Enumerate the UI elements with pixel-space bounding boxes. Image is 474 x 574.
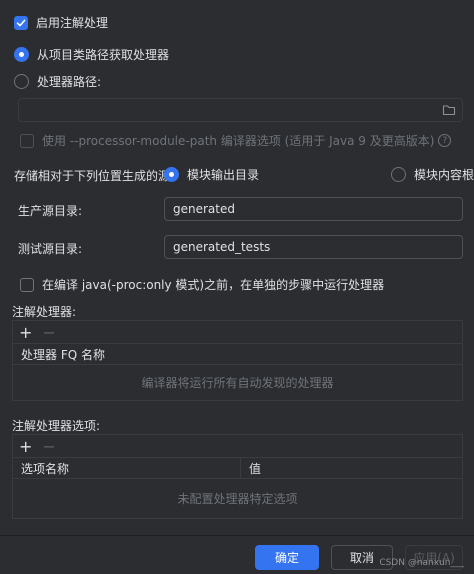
add-processor-button[interactable]: + bbox=[19, 323, 32, 342]
processor-options-header: 选项名称 值 bbox=[13, 457, 462, 479]
annotation-processors-header: 处理器 FQ 名称 bbox=[13, 343, 462, 365]
dialog-footer: 确定 取消 应用(A) CSDN @nanxun___ bbox=[0, 535, 474, 574]
enable-processing-label: 启用注解处理 bbox=[36, 16, 109, 30]
from-classpath-row[interactable]: 从项目类路径获取处理器 bbox=[14, 46, 169, 63]
processor-options-panel: + − 选项名称 值 未配置处理器特定选项 bbox=[12, 434, 463, 519]
enable-processing-row[interactable]: 启用注解处理 bbox=[14, 14, 108, 31]
processor-options-title-row: 注解处理器选项: bbox=[12, 417, 100, 434]
module-content-root-radio[interactable] bbox=[391, 167, 406, 182]
remove-option-button[interactable]: − bbox=[42, 437, 55, 456]
column-processor-fq-name[interactable]: 处理器 FQ 名称 bbox=[13, 344, 462, 364]
production-dir-input[interactable]: generated bbox=[164, 197, 463, 221]
processor-options-empty-text: 未配置处理器特定选项 bbox=[177, 492, 298, 506]
separate-step-checkbox[interactable] bbox=[20, 277, 34, 292]
module-content-root-label: 模块内容根 bbox=[414, 168, 474, 182]
module-output-radio[interactable] bbox=[164, 167, 179, 182]
separate-step-row[interactable]: 在编译 java(-proc:only 模式)之前，在单独的步骤中运行处理器 bbox=[20, 276, 384, 293]
watermark: CSDN @nanxun___ bbox=[379, 558, 464, 568]
from-classpath-label: 从项目类路径获取处理器 bbox=[37, 48, 170, 62]
processor-options-toolbar: + − bbox=[13, 435, 462, 457]
test-dir-label: 测试源目录: bbox=[18, 242, 83, 256]
ok-button[interactable]: 确定 bbox=[255, 545, 319, 570]
processor-path-field[interactable] bbox=[18, 98, 463, 122]
folder-icon[interactable] bbox=[442, 103, 456, 120]
processor-path-label: 处理器路径: bbox=[37, 75, 102, 89]
production-dir-label: 生产源目录: bbox=[18, 204, 83, 218]
enable-processing-checkbox[interactable] bbox=[14, 15, 28, 30]
column-option-value[interactable]: 值 bbox=[241, 458, 462, 478]
storage-row: 存储相对于下列位置生成的源: bbox=[14, 167, 174, 184]
add-option-button[interactable]: + bbox=[19, 437, 32, 456]
annotation-processors-title-row: 注解处理器: bbox=[12, 303, 76, 320]
from-classpath-radio[interactable] bbox=[14, 47, 29, 62]
processor-path-radio[interactable] bbox=[14, 74, 29, 89]
annotation-processors-title: 注解处理器: bbox=[12, 305, 77, 319]
module-content-root-row[interactable]: 模块内容根 bbox=[391, 166, 474, 183]
remove-processor-button[interactable]: − bbox=[42, 323, 55, 342]
test-dir-input[interactable]: generated_tests bbox=[164, 235, 463, 259]
annotation-processors-toolbar: + − bbox=[13, 321, 462, 343]
column-option-name[interactable]: 选项名称 bbox=[13, 458, 241, 478]
processor-path-row[interactable]: 处理器路径: bbox=[14, 73, 101, 90]
annotation-processors-empty-text: 编译器将运行所有自动发现的处理器 bbox=[141, 376, 334, 390]
annotation-processors-panel: + − 处理器 FQ 名称 编译器将运行所有自动发现的处理器 bbox=[12, 320, 463, 401]
module-output-row[interactable]: 模块输出目录 bbox=[164, 166, 259, 183]
test-dir-row: 测试源目录: bbox=[18, 240, 82, 257]
help-icon[interactable]: ? bbox=[438, 134, 452, 147]
checkmark-icon bbox=[16, 19, 26, 26]
processor-options-title: 注解处理器选项: bbox=[12, 419, 101, 433]
use-module-path-label: 使用 --processor-module-path 编译器选项 (适用于 Ja… bbox=[42, 134, 435, 148]
separate-step-label: 在编译 java(-proc:only 模式)之前，在单独的步骤中运行处理器 bbox=[42, 278, 385, 292]
use-module-path-checkbox bbox=[20, 133, 34, 148]
production-dir-row: 生产源目录: bbox=[18, 202, 82, 219]
module-output-label: 模块输出目录 bbox=[187, 168, 260, 182]
use-module-path-row: 使用 --processor-module-path 编译器选项 (适用于 Ja… bbox=[20, 132, 452, 149]
storage-label: 存储相对于下列位置生成的源: bbox=[14, 169, 175, 183]
